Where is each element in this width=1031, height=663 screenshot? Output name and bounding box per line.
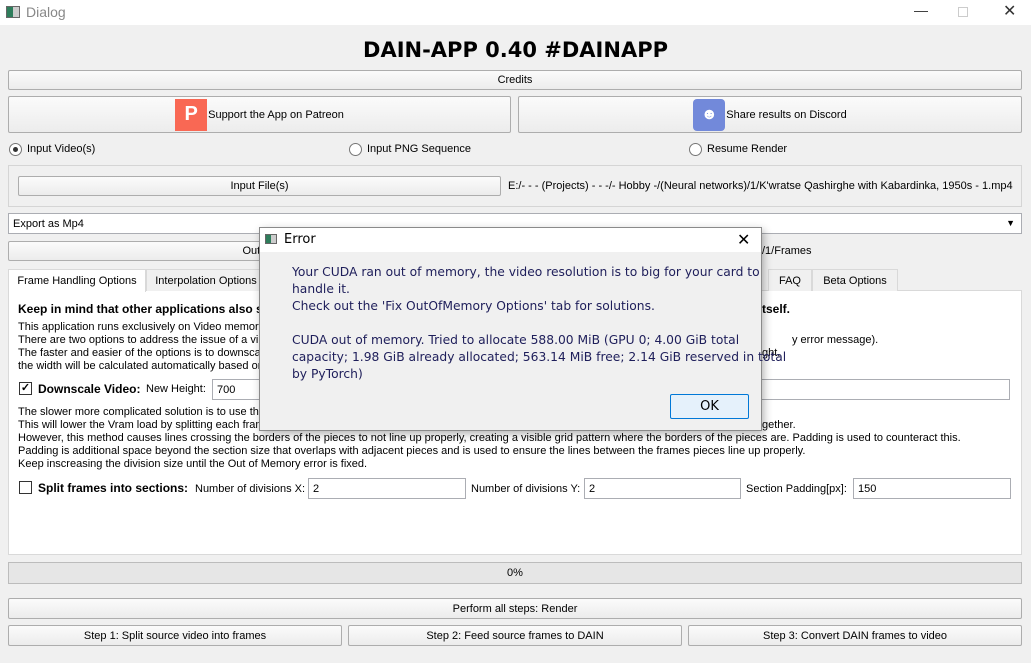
split-frames-checkbox[interactable]: [19, 481, 32, 494]
radio-label: Input Video(s): [27, 143, 96, 155]
input-path: E:/- - - (Projects) - - -/- Hobby -/(Neu…: [508, 180, 1013, 192]
split-frames-label: Split frames into sections:: [38, 481, 189, 495]
minimize-button[interactable]: —: [914, 2, 928, 18]
new-height-label: New Height:: [146, 383, 206, 395]
tab-frame-handling[interactable]: Frame Handling Options: [8, 269, 146, 292]
radio-label: Input PNG Sequence: [367, 143, 471, 155]
divisions-x-value: 2: [313, 482, 320, 495]
info-line: The faster and easier of the options is …: [18, 347, 261, 359]
export-format-value: Export as Mp4: [13, 217, 84, 230]
error-message-line: handle it.: [292, 282, 350, 296]
error-message-line: Your CUDA ran out of memory, the video r…: [292, 265, 760, 279]
chevron-down-icon: ▼: [1006, 218, 1015, 228]
discord-label: Share results on Discord: [726, 108, 847, 121]
divisions-y-input[interactable]: 2: [584, 478, 741, 499]
window-title: Dialog: [26, 4, 66, 20]
step1-button[interactable]: Step 1: Split source video into frames: [8, 625, 342, 646]
radio-circle[interactable]: [689, 143, 702, 156]
section-padding-input[interactable]: 150: [853, 478, 1011, 499]
tab-label: FAQ: [778, 274, 801, 287]
tab-label: Frame Handling Options: [17, 275, 137, 287]
app-heading: DAIN-APP 0.40 #DAINAPP: [363, 38, 668, 62]
app-icon: [6, 6, 20, 18]
input-file-button[interactable]: Input File(s): [18, 176, 501, 196]
close-window-button[interactable]: ✕: [1003, 1, 1016, 21]
tab-label: Beta Options: [823, 274, 887, 287]
tab-label: Interpolation Options: [155, 274, 257, 287]
downscale-label: Downscale Video:: [38, 382, 141, 396]
app-icon: [265, 234, 277, 244]
split-info-line-end: gether.: [762, 419, 796, 431]
title-bar: Dialog — ✕: [0, 0, 1031, 25]
output-path: /1/Frames: [762, 245, 812, 257]
step3-button[interactable]: Step 3: Convert DAIN frames to video: [688, 625, 1022, 646]
discord-icon: ☻: [693, 98, 726, 131]
tab-interpolation[interactable]: Interpolation Options: [146, 269, 266, 291]
warning-text-end: tself.: [762, 302, 791, 316]
radio-circle[interactable]: [349, 143, 362, 156]
radio-label: Resume Render: [707, 143, 788, 155]
tab-beta-options[interactable]: Beta Options: [812, 269, 898, 291]
section-padding-value: 150: [858, 482, 877, 495]
discord-button[interactable]: ☻ Share results on Discord: [518, 96, 1022, 133]
error-message-line: by PyTorch): [292, 367, 363, 381]
divisions-y-value: 2: [589, 482, 596, 495]
maximize-button[interactable]: [958, 7, 968, 17]
progress-bar: 0%: [8, 562, 1022, 584]
patreon-button[interactable]: P Support the App on Patreon: [8, 96, 511, 133]
error-dialog-titlebar: Error ✕: [260, 228, 761, 252]
downscale-checkbox[interactable]: ✓: [19, 382, 32, 395]
info-line: There are two options to address the iss…: [18, 334, 259, 346]
close-icon[interactable]: ✕: [737, 230, 750, 250]
split-info-line: Padding is additional space beyond the s…: [18, 445, 806, 457]
new-height-value: 700: [217, 383, 236, 396]
ok-button[interactable]: OK: [670, 394, 749, 419]
info-line: This application runs exclusively on Vid…: [18, 321, 265, 333]
patreon-icon: P: [175, 98, 208, 131]
error-message-line: Check out the 'Fix OutOfMemory Options' …: [292, 299, 655, 313]
warning-text: Keep in mind that other applications als…: [18, 302, 263, 316]
info-line: the width will be calculated automatical…: [18, 360, 264, 372]
radio-circle[interactable]: [9, 143, 22, 156]
split-info-line: This will lower the Vram load by splitti…: [18, 419, 265, 431]
progress-label: 0%: [507, 567, 523, 579]
section-padding-label: Section Padding[px]:: [746, 483, 847, 495]
tab-faq[interactable]: FAQ: [768, 269, 812, 291]
error-message-line: capacity; 1.98 GiB already allocated; 56…: [292, 350, 787, 364]
split-info-line: Keep inscreasing the division size until…: [18, 458, 368, 470]
render-all-button[interactable]: Perform all steps: Render: [8, 598, 1022, 619]
patreon-label: Support the App on Patreon: [208, 108, 344, 121]
error-message-line: CUDA out of memory. Tried to allocate 58…: [292, 333, 740, 347]
credits-button[interactable]: Credits: [8, 70, 1022, 90]
split-info-line: The slower more complicated solution is …: [18, 406, 266, 418]
step2-button[interactable]: Step 2: Feed source frames to DAIN: [348, 625, 682, 646]
error-dialog-title: Error: [284, 232, 316, 247]
divisions-y-label: Number of divisions Y:: [471, 483, 581, 495]
info-line-end: y error message).: [792, 334, 879, 346]
split-info-line: However, this method causes lines crossi…: [18, 432, 961, 444]
divisions-x-label: Number of divisions X:: [195, 483, 306, 495]
divisions-x-input[interactable]: 2: [308, 478, 466, 499]
